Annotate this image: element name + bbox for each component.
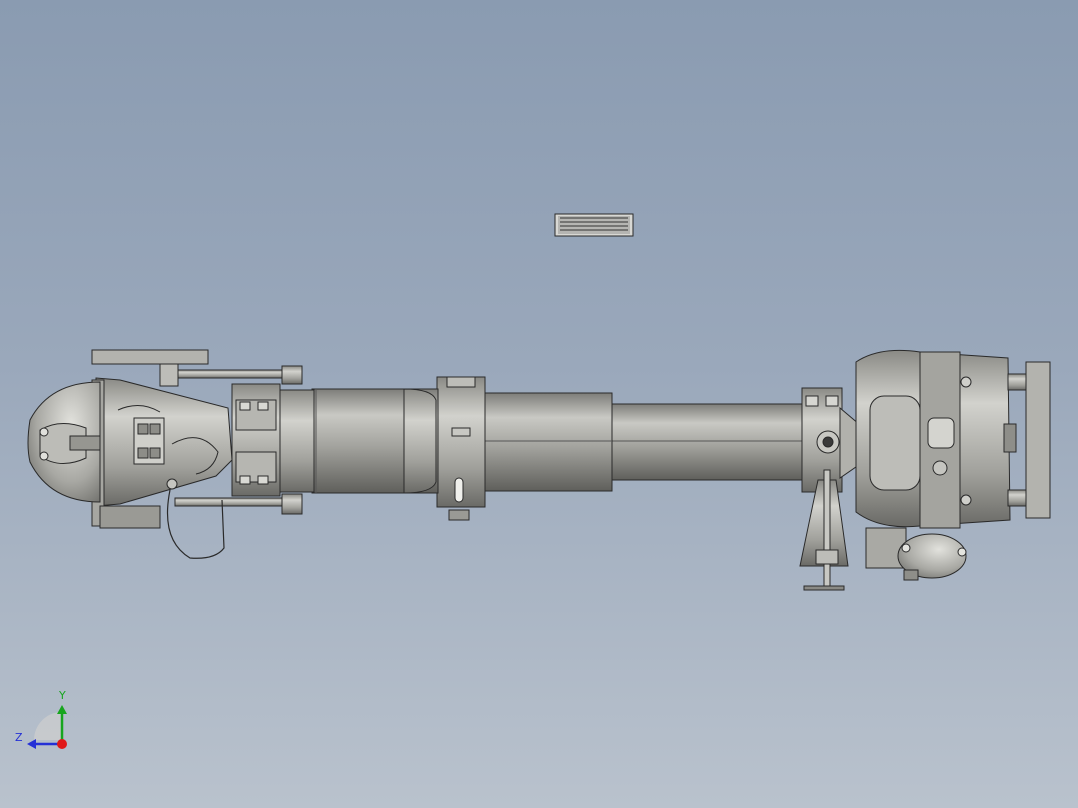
triad-plane-arc	[34, 712, 62, 740]
left-bearing-block[interactable]	[231, 383, 281, 497]
z-axis-label: Z	[15, 731, 23, 744]
graphics-viewport[interactable]: Y Z	[0, 0, 1078, 808]
left-nose-cone[interactable]	[27, 381, 101, 503]
right-gearbox[interactable]	[855, 349, 1051, 581]
coordinate-triad	[27, 705, 67, 749]
cad-model-drive-shaft[interactable]	[0, 0, 1078, 808]
y-axis-arrowhead	[57, 705, 67, 714]
main-shaft[interactable]	[277, 376, 807, 521]
x-axis-dot	[57, 739, 67, 749]
z-axis-arrowhead	[27, 739, 36, 749]
nameplate	[554, 213, 634, 237]
y-axis-label: Y	[59, 689, 66, 702]
left-gearbox-housing[interactable]	[91, 349, 233, 559]
